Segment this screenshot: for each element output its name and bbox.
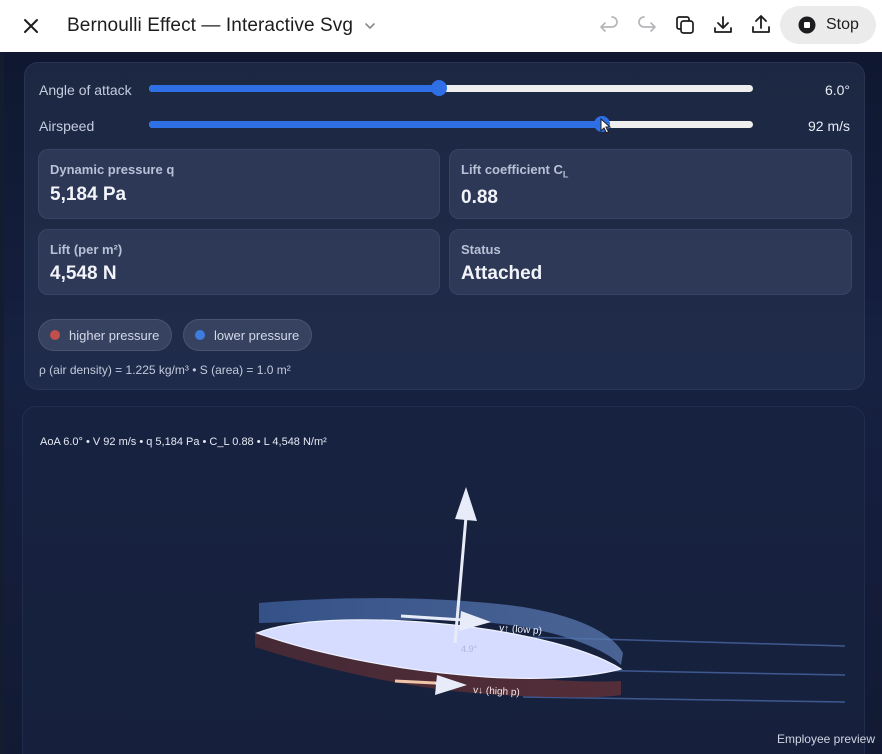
lower-velocity-arrow xyxy=(394,679,436,685)
blue-dot-icon xyxy=(195,330,205,340)
airspeed-value: 92 m/s xyxy=(807,118,850,134)
slider-fill xyxy=(149,85,439,92)
lift-coefficient-card: Lift coefficient CL 0.88 xyxy=(449,149,852,219)
top-bar: Bernoulli Effect — Interactive Svg Stop xyxy=(0,0,882,52)
lower-velocity-label: v↓ (high p) xyxy=(473,685,520,698)
mouse-cursor-icon xyxy=(600,118,612,134)
slider-thumb[interactable] xyxy=(430,80,447,96)
constants-note: ρ (air density) = 1.225 kg/m³ • S (area)… xyxy=(39,363,291,377)
airfoil-svg: v↑ (low p) v↓ (high p) 4.9° xyxy=(255,487,846,703)
airfoil-visualization: AoA 6.0° • V 92 m/s • q 5,184 Pa • C_L 0… xyxy=(22,406,865,754)
card-label: Dynamic pressure q xyxy=(50,162,175,177)
card-label: Status xyxy=(461,242,501,257)
legend-label: lower pressure xyxy=(214,327,300,343)
copy-icon[interactable] xyxy=(673,13,697,37)
stop-label: Stop xyxy=(826,16,859,33)
airspeed-label: Airspeed xyxy=(39,118,95,134)
lift-card: Lift (per m²) 4,548 N xyxy=(38,229,440,295)
card-value: Attached xyxy=(461,263,543,284)
main-area: Angle of attack 6.0° Airspeed 92 m/s Dyn… xyxy=(4,52,882,754)
close-icon[interactable] xyxy=(17,12,45,40)
angle-value: 6.0° xyxy=(824,82,850,98)
airfoil-angle-label: 4.9° xyxy=(461,644,478,654)
slider-fill xyxy=(149,121,602,128)
card-value: 0.88 xyxy=(461,187,498,208)
angle-label: Angle of attack xyxy=(39,82,132,98)
employee-preview-watermark: Employee preview xyxy=(776,732,875,746)
legend-higher-pressure: higher pressure xyxy=(38,319,173,351)
share-icon[interactable] xyxy=(749,13,773,37)
controls-panel: Angle of attack 6.0° Airspeed 92 m/s Dyn… xyxy=(24,62,865,390)
redo-icon[interactable] xyxy=(635,13,659,37)
streamline xyxy=(522,696,846,703)
app-title: Bernoulli Effect — Interactive Svg xyxy=(67,15,354,36)
title-dropdown[interactable]: Bernoulli Effect — Interactive Svg xyxy=(67,13,377,39)
legend-label: higher pressure xyxy=(69,327,160,343)
status-card: Status Attached xyxy=(449,229,852,295)
red-dot-icon xyxy=(50,330,60,340)
stop-icon xyxy=(798,16,816,34)
card-label: Lift (per m²) xyxy=(50,242,123,257)
airspeed-slider[interactable] xyxy=(149,116,753,132)
download-icon[interactable] xyxy=(711,13,735,37)
chevron-down-icon xyxy=(365,23,375,29)
angle-slider[interactable] xyxy=(149,80,753,96)
dynamic-pressure-card: Dynamic pressure q 5,184 Pa xyxy=(38,149,440,219)
card-value: 5,184 Pa xyxy=(50,184,127,205)
card-value: 4,548 N xyxy=(50,263,117,284)
undo-icon[interactable] xyxy=(597,13,621,37)
lift-arrow-head xyxy=(455,487,477,521)
card-label: Lift coefficient CL xyxy=(461,162,569,180)
stop-button[interactable]: Stop xyxy=(780,6,876,44)
legend-lower-pressure: lower pressure xyxy=(183,319,313,351)
